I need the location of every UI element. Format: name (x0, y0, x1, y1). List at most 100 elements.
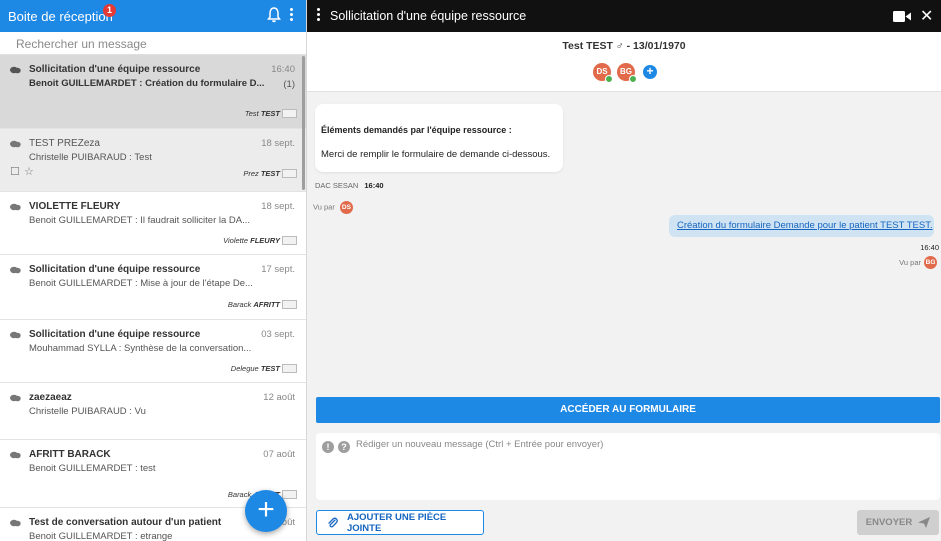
conversation-item[interactable]: Sollicitation d'une équipe ressource 03 … (0, 320, 306, 383)
reader-avatar: DS (339, 201, 353, 214)
patient-first-name: Barack (227, 490, 252, 499)
conversation-date: 12 août (263, 392, 295, 403)
conversation-preview: Benoit GUILLEMARDET : test (29, 463, 156, 474)
conversation-date: 16:40 (271, 64, 295, 75)
reader-avatar: BG (924, 256, 937, 269)
chat-icon (10, 331, 21, 339)
patient-last-name: TEST (260, 169, 280, 178)
patient-tag: Violette FLEURY (223, 236, 297, 245)
conversation-subject: AFRITT BARACK (29, 449, 111, 460)
patient-info: Test TEST ♂ - 13/01/1970 (562, 40, 686, 52)
search-input[interactable] (16, 34, 306, 54)
new-conversation-button[interactable]: + (245, 490, 287, 532)
conversation-preview: Benoit GUILLEMARDET : etrange (29, 531, 173, 541)
patient-last-name: TEST (260, 364, 280, 373)
unread-count: (1) (283, 79, 295, 90)
conversation-preview: Benoit GUILLEMARDET : Mise à jour de l'é… (29, 278, 253, 289)
more-vert-icon[interactable] (289, 8, 295, 24)
conversation-subject: Sollicitation d'une équipe ressource (29, 264, 201, 275)
patient-last-name: FLEURY (250, 236, 280, 245)
patient-last-name: AFRITT (253, 300, 280, 309)
conversation-date: 18 sept. (261, 201, 295, 212)
message-heading: Éléments demandés par l'équipe ressource… (321, 125, 512, 135)
chat-icon (10, 394, 21, 402)
inbox-header: Boite de réception 1 (0, 0, 306, 32)
conversation-subject: Test de conversation autour d'un patient (29, 517, 222, 528)
patient-last-name: TEST (260, 109, 280, 118)
chat-icon (10, 66, 21, 74)
patient-card-icon (282, 236, 297, 245)
conversation-preview: Benoit GUILLEMARDET : Il faudrait sollic… (29, 215, 251, 226)
patient-tag: Delegue TEST (231, 364, 297, 373)
attach-file-button[interactable]: AJOUTER UNE PIÈCE JOINTE (316, 510, 484, 535)
patient-tag: Barack AFRITT (228, 300, 297, 309)
patient-first-name: Test (244, 109, 259, 118)
patient-card-icon (282, 169, 297, 178)
checkbox-icon[interactable]: ☐ (10, 165, 20, 178)
message-time: 16:40 (364, 181, 384, 190)
add-participant-icon[interactable]: + (643, 65, 657, 79)
conversation-header: Sollicitation d'une équipe ressource ✕ (307, 0, 941, 32)
search-bar (0, 32, 306, 55)
read-receipt-label: Vu par (313, 202, 335, 212)
conversation-item[interactable]: zaezaeaz 12 août Christelle PUIBARAUD : … (0, 383, 306, 440)
chat-icon (10, 519, 21, 527)
patient-bar: Test TEST ♂ - 13/01/1970 DS BG + (307, 32, 941, 92)
compose-box: ! ? (316, 433, 940, 500)
read-receipt: Vu par BG (307, 256, 941, 269)
inbox-panel: Boite de réception 1 Sollicitation d'une… (0, 0, 307, 541)
conversation-subject: Sollicitation d'une équipe ressource (29, 64, 201, 75)
online-status-icon (629, 75, 637, 83)
patient-first-name: Delegue (230, 364, 259, 373)
patient-tag: Prez TEST (243, 169, 297, 178)
chat-icon (10, 203, 21, 211)
conversation-preview: Christelle PUIBARAUD : Vu (29, 406, 146, 417)
patient-card-icon (282, 109, 297, 118)
close-icon[interactable]: ✕ (920, 6, 933, 26)
patient-card-icon (282, 300, 297, 309)
more-vert-icon[interactable] (316, 8, 322, 24)
patient-first-name: Barack (227, 300, 252, 309)
conversation-preview: Mouhammad SYLLA : Synthèse de la convers… (29, 343, 252, 354)
chat-icon (10, 140, 21, 148)
send-button[interactable]: ENVOYER (857, 510, 939, 535)
send-icon (918, 517, 931, 528)
conversation-subject: zaezaeaz (29, 392, 72, 403)
incoming-message-bubble: Éléments demandés par l'équipe ressource… (315, 104, 563, 172)
conversation-item[interactable]: VIOLETTE FLEURY 18 sept. Benoit GUILLEMA… (0, 192, 306, 255)
patient-first-name: Violette (223, 236, 249, 245)
conversation-date: 07 août (263, 449, 295, 460)
chat-icon (10, 266, 21, 274)
read-receipt: Vu par DS (313, 201, 353, 214)
conversation-list: Sollicitation d'une équipe ressource 16:… (0, 55, 306, 541)
online-status-icon (605, 75, 613, 83)
conversation-date: 03 sept. (261, 329, 295, 340)
form-link[interactable]: Création du formulaire Demande pour le p… (677, 220, 933, 231)
conversation-item[interactable]: TEST PREZeza 18 sept. Christelle PUIBARA… (0, 129, 306, 192)
video-camera-icon[interactable] (893, 11, 911, 22)
message-sender: DAC SESAN (315, 181, 359, 190)
open-form-button[interactable]: ACCÉDER AU FORMULAIRE (316, 397, 940, 423)
scrollbar[interactable] (302, 56, 305, 190)
attach-file-label: AJOUTER UNE PIÈCE JOINTE (346, 511, 447, 534)
send-label: ENVOYER (865, 517, 913, 528)
conversation-item[interactable]: Sollicitation d'une équipe ressource 17 … (0, 255, 306, 320)
conversation-date: 18 sept. (261, 138, 295, 149)
message-input[interactable] (356, 439, 926, 489)
conversation-subject: Sollicitation d'une équipe ressource (29, 329, 201, 340)
patient-card-icon (282, 490, 297, 499)
read-receipt-label: Vu par (899, 258, 921, 267)
star-icon[interactable]: ☆ (24, 165, 34, 178)
message-meta: DAC SESAN 16:40 (315, 181, 384, 190)
conversation-subject: TEST PREZeza (29, 138, 100, 149)
conversation-subject: VIOLETTE FLEURY (29, 201, 121, 212)
conversation-item[interactable]: Sollicitation d'une équipe ressource 16:… (0, 55, 306, 129)
help-icon[interactable]: ? (338, 441, 350, 453)
patient-tag: Test TEST (245, 109, 297, 118)
message-body: Merci de remplir le formulaire de demand… (321, 149, 551, 160)
alert-icon[interactable]: ! (322, 441, 334, 453)
bell-icon[interactable] (267, 7, 281, 23)
conversation-preview: Benoit GUILLEMARDET : Création du formul… (29, 78, 265, 89)
chat-icon (10, 451, 21, 459)
paperclip-icon (328, 517, 338, 528)
